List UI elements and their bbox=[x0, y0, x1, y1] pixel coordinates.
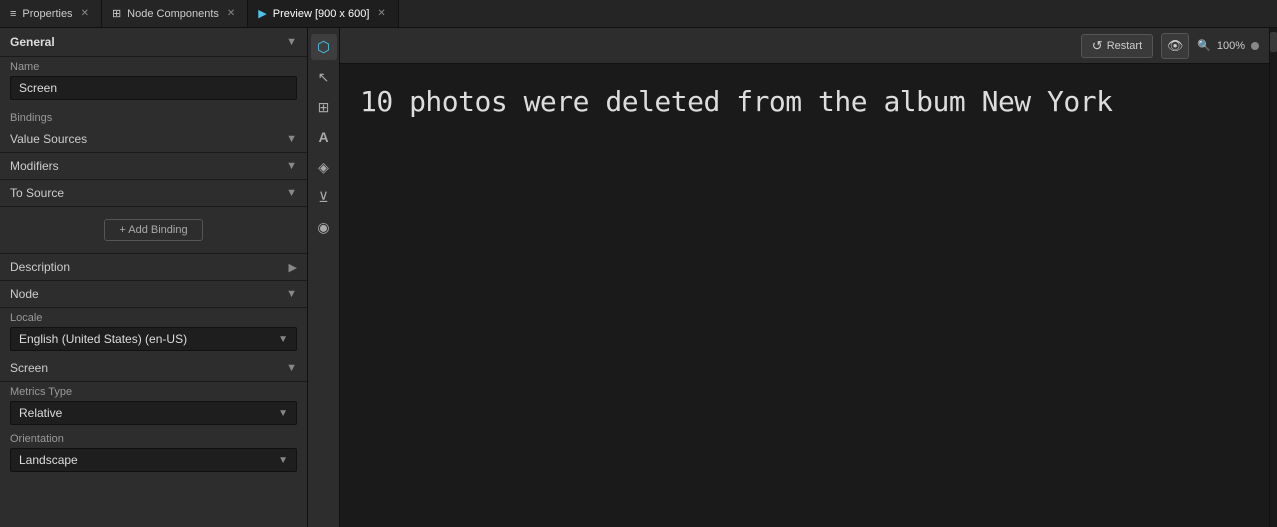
zoom-dot bbox=[1251, 42, 1259, 50]
zoom-value: 100% bbox=[1217, 40, 1245, 52]
modifiers-chevron-icon: ▼ bbox=[286, 160, 297, 172]
description-title: Description bbox=[10, 260, 70, 274]
screen-section: Screen ▼ bbox=[0, 355, 307, 382]
node-header[interactable]: Node ▼ bbox=[0, 281, 307, 307]
to-source-header[interactable]: To Source ▼ bbox=[0, 180, 307, 206]
tab-node-components-close[interactable]: ✕ bbox=[225, 7, 237, 20]
restart-icon: ↺ bbox=[1092, 38, 1103, 54]
to-source-chevron-icon: ▼ bbox=[286, 187, 297, 199]
properties-tab-icon: ≡ bbox=[10, 8, 16, 20]
tab-properties-label: Properties bbox=[22, 8, 72, 20]
camera-tool-button[interactable]: ◉ bbox=[311, 214, 337, 240]
cursor-tool-button[interactable]: ⬡ bbox=[311, 34, 337, 60]
main-layout: General ▼ Name Screen Bindings Value Sou… bbox=[0, 28, 1277, 527]
general-chevron-icon: ▼ bbox=[286, 36, 297, 48]
grid-icon: ⊞ bbox=[318, 99, 330, 116]
modifiers-section: Modifiers ▼ bbox=[0, 153, 307, 180]
description-section: Description ▶ bbox=[0, 254, 307, 281]
preview-canvas: 10 photos were deleted from the album Ne… bbox=[340, 64, 1269, 527]
toolbar-strip: ⬡ ↖ ⊞ A ◈ ⊻ ◉ bbox=[308, 28, 340, 527]
grid-tool-button[interactable]: ⊞ bbox=[311, 94, 337, 120]
pointer-tool-button[interactable]: ↖ bbox=[311, 64, 337, 90]
tab-properties-close[interactable]: ✕ bbox=[79, 7, 91, 20]
locale-select[interactable]: English (United States) (en-US) ▼ bbox=[10, 327, 297, 351]
preview-tab-icon: ▶ bbox=[258, 7, 266, 20]
value-sources-chevron-icon: ▼ bbox=[286, 133, 297, 145]
orientation-value: Landscape bbox=[19, 453, 78, 467]
to-source-title: To Source bbox=[10, 186, 64, 200]
bindings-label-row: Bindings bbox=[0, 104, 307, 126]
preview-text-content: 10 photos were deleted from the album Ne… bbox=[360, 84, 1249, 120]
right-scrollbar[interactable] bbox=[1269, 28, 1277, 527]
tab-preview-label: Preview [900 x 600] bbox=[273, 8, 370, 20]
general-section-header[interactable]: General ▼ bbox=[0, 28, 307, 57]
locale-value: English (United States) (en-US) bbox=[19, 332, 187, 346]
share-tool-button[interactable]: ⊻ bbox=[311, 184, 337, 210]
camera-icon: ◉ bbox=[317, 219, 329, 236]
name-label: Name bbox=[10, 61, 297, 73]
layers-icon: ◈ bbox=[318, 159, 329, 176]
general-section-title: General bbox=[10, 35, 55, 49]
orientation-arrow-icon: ▼ bbox=[278, 455, 288, 466]
description-header[interactable]: Description ▶ bbox=[0, 254, 307, 280]
orientation-label: Orientation bbox=[10, 433, 297, 445]
orientation-select[interactable]: Landscape ▼ bbox=[10, 448, 297, 472]
add-binding-row: + Add Binding bbox=[0, 207, 307, 253]
locale-label: Locale bbox=[10, 312, 297, 324]
node-chevron-icon: ▼ bbox=[286, 288, 297, 300]
metrics-type-label: Metrics Type bbox=[10, 386, 297, 398]
metrics-type-value: Relative bbox=[19, 406, 62, 420]
preview-eye-button[interactable]: 👁 bbox=[1161, 33, 1189, 59]
bindings-label: Bindings bbox=[10, 112, 52, 124]
modifiers-header[interactable]: Modifiers ▼ bbox=[0, 153, 307, 179]
layers-tool-button[interactable]: ◈ bbox=[311, 154, 337, 180]
metrics-type-select[interactable]: Relative ▼ bbox=[10, 401, 297, 425]
node-components-tab-icon: ⊞ bbox=[112, 7, 121, 20]
tab-node-components-label: Node Components bbox=[127, 8, 219, 20]
value-sources-title: Value Sources bbox=[10, 132, 87, 146]
text-tool-button[interactable]: A bbox=[311, 124, 337, 150]
tab-node-components[interactable]: ⊞ Node Components ✕ bbox=[102, 0, 248, 27]
name-value[interactable]: Screen bbox=[10, 76, 297, 100]
metrics-type-field-row: Metrics Type Relative ▼ bbox=[0, 382, 307, 429]
properties-panel: General ▼ Name Screen Bindings Value Sou… bbox=[0, 28, 308, 527]
restart-label: Restart bbox=[1107, 40, 1142, 52]
eye-icon: 👁 bbox=[1167, 38, 1184, 54]
tab-preview[interactable]: ▶ Preview [900 x 600] ✕ bbox=[248, 0, 398, 27]
zoom-icon: 🔍 bbox=[1197, 39, 1211, 52]
zoom-area: 🔍 100% bbox=[1197, 39, 1259, 52]
tab-preview-close[interactable]: ✕ bbox=[375, 7, 387, 20]
text-icon: A bbox=[318, 129, 328, 145]
preview-area: ↺ Restart 👁 🔍 100% 10 photos were delete… bbox=[340, 28, 1269, 527]
locale-field-row: Locale English (United States) (en-US) ▼ bbox=[0, 308, 307, 355]
value-sources-header[interactable]: Value Sources ▼ bbox=[0, 126, 307, 152]
preview-topbar: ↺ Restart 👁 🔍 100% bbox=[340, 28, 1269, 64]
screen-chevron-icon: ▼ bbox=[286, 362, 297, 374]
restart-button[interactable]: ↺ Restart bbox=[1081, 34, 1153, 58]
tab-properties[interactable]: ≡ Properties ✕ bbox=[0, 0, 102, 27]
to-source-section: To Source ▼ bbox=[0, 180, 307, 207]
tab-bar: ≡ Properties ✕ ⊞ Node Components ✕ ▶ Pre… bbox=[0, 0, 1277, 28]
cursor-icon: ⬡ bbox=[317, 38, 330, 56]
orientation-field-row: Orientation Landscape ▼ bbox=[0, 429, 307, 476]
description-chevron-icon: ▶ bbox=[289, 261, 297, 274]
add-binding-button[interactable]: + Add Binding bbox=[104, 219, 202, 241]
share-icon: ⊻ bbox=[318, 189, 328, 206]
screen-title: Screen bbox=[10, 361, 48, 375]
node-title: Node bbox=[10, 287, 39, 301]
node-section: Node ▼ bbox=[0, 281, 307, 308]
metrics-type-arrow-icon: ▼ bbox=[278, 408, 288, 419]
pointer-icon: ↖ bbox=[318, 69, 330, 86]
screen-header[interactable]: Screen ▼ bbox=[0, 355, 307, 381]
locale-select-arrow-icon: ▼ bbox=[278, 334, 288, 345]
value-sources-section: Value Sources ▼ bbox=[0, 126, 307, 153]
name-field-row: Name Screen bbox=[0, 57, 307, 104]
modifiers-title: Modifiers bbox=[10, 159, 59, 173]
